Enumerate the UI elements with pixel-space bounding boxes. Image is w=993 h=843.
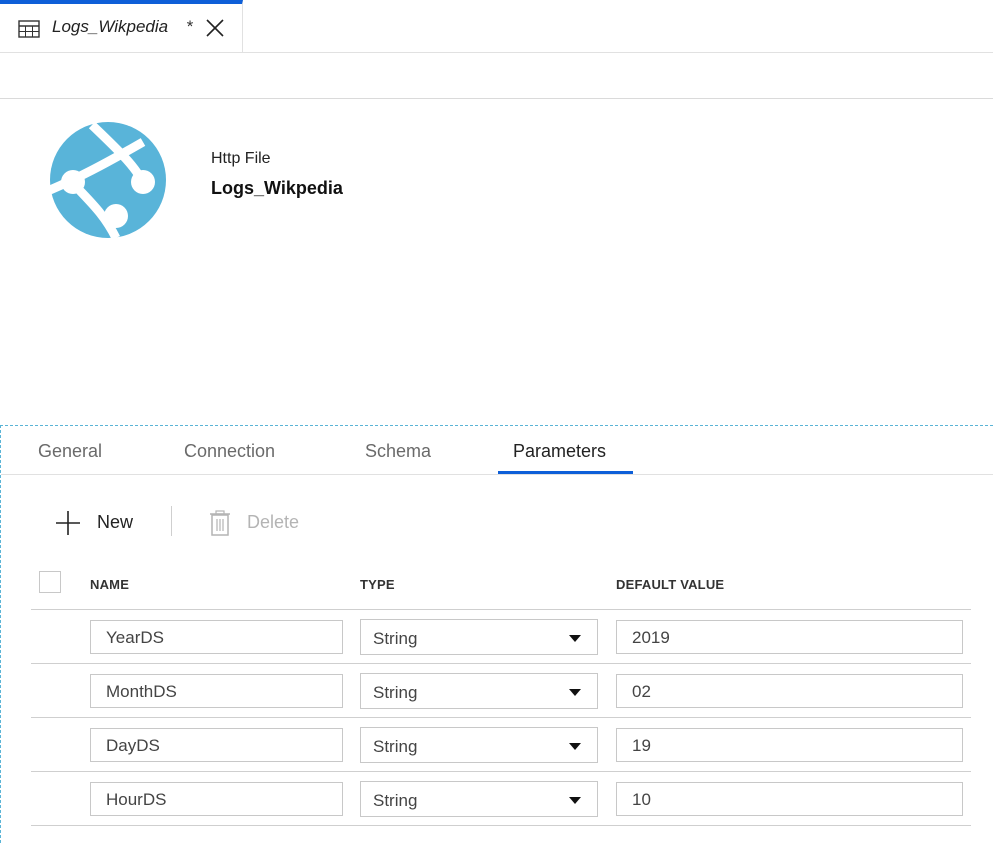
document-tab-strip: Logs_Wikpedia * (0, 0, 993, 53)
trash-icon (209, 510, 231, 541)
caret-down-icon (569, 635, 581, 642)
caret-down-icon (569, 743, 581, 750)
close-icon[interactable] (205, 18, 225, 43)
parameter-type-select[interactable]: String (360, 781, 598, 817)
parameter-default-input[interactable]: 10 (616, 782, 963, 816)
row-divider (31, 609, 971, 610)
parameter-type-value: String (373, 683, 418, 702)
tab-parameters[interactable]: Parameters (513, 441, 606, 462)
plus-icon (55, 510, 81, 541)
divider (0, 98, 993, 99)
properties-tabs: General Connection Schema Parameters (1, 426, 993, 475)
delete-button-label: Delete (247, 512, 300, 532)
row-divider (31, 663, 971, 664)
parameter-type-select[interactable]: String (360, 673, 598, 709)
caret-down-icon (569, 797, 581, 804)
column-header-name: NAME (90, 577, 130, 592)
tab-connection[interactable]: Connection (184, 441, 275, 462)
parameter-default-input[interactable]: 19 (616, 728, 963, 762)
active-tab-indicator (498, 471, 633, 474)
table-icon (18, 19, 40, 44)
parameter-type-value: String (373, 791, 418, 810)
parameter-type-select[interactable]: String (360, 619, 598, 655)
tab-schema[interactable]: Schema (365, 441, 431, 462)
column-header-default-value: DEFAULT VALUE (616, 577, 725, 592)
dataset-type: Http File (211, 150, 271, 167)
parameter-name-input[interactable]: DayDS (90, 728, 343, 762)
row-divider (31, 717, 971, 718)
parameter-default-input[interactable]: 02 (616, 674, 963, 708)
new-button-label: New (97, 512, 134, 532)
parameter-type-value: String (373, 737, 418, 756)
toolbar-divider (171, 506, 172, 536)
column-header-type: TYPE (360, 577, 395, 592)
parameter-default-input[interactable]: 2019 (616, 620, 963, 654)
parameter-name-input[interactable]: MonthDS (90, 674, 343, 708)
parameter-name-input[interactable]: HourDS (90, 782, 343, 816)
http-web-icon (48, 120, 168, 245)
row-divider (31, 771, 971, 772)
caret-down-icon (569, 689, 581, 696)
document-tab[interactable]: Logs_Wikpedia * (0, 0, 243, 52)
properties-panel: General Connection Schema Parameters New (0, 425, 993, 843)
dataset-name: Logs_Wikpedia (211, 178, 343, 198)
parameter-name-input[interactable]: YearDS (90, 620, 343, 654)
parameter-type-value: String (373, 629, 418, 648)
tab-general[interactable]: General (38, 441, 102, 462)
parameter-type-select[interactable]: String (360, 727, 598, 763)
document-tab-title: Logs_Wikpedia (52, 17, 169, 36)
unsaved-marker: * (186, 17, 193, 36)
select-all-checkbox[interactable] (39, 571, 61, 593)
row-divider (31, 825, 971, 826)
